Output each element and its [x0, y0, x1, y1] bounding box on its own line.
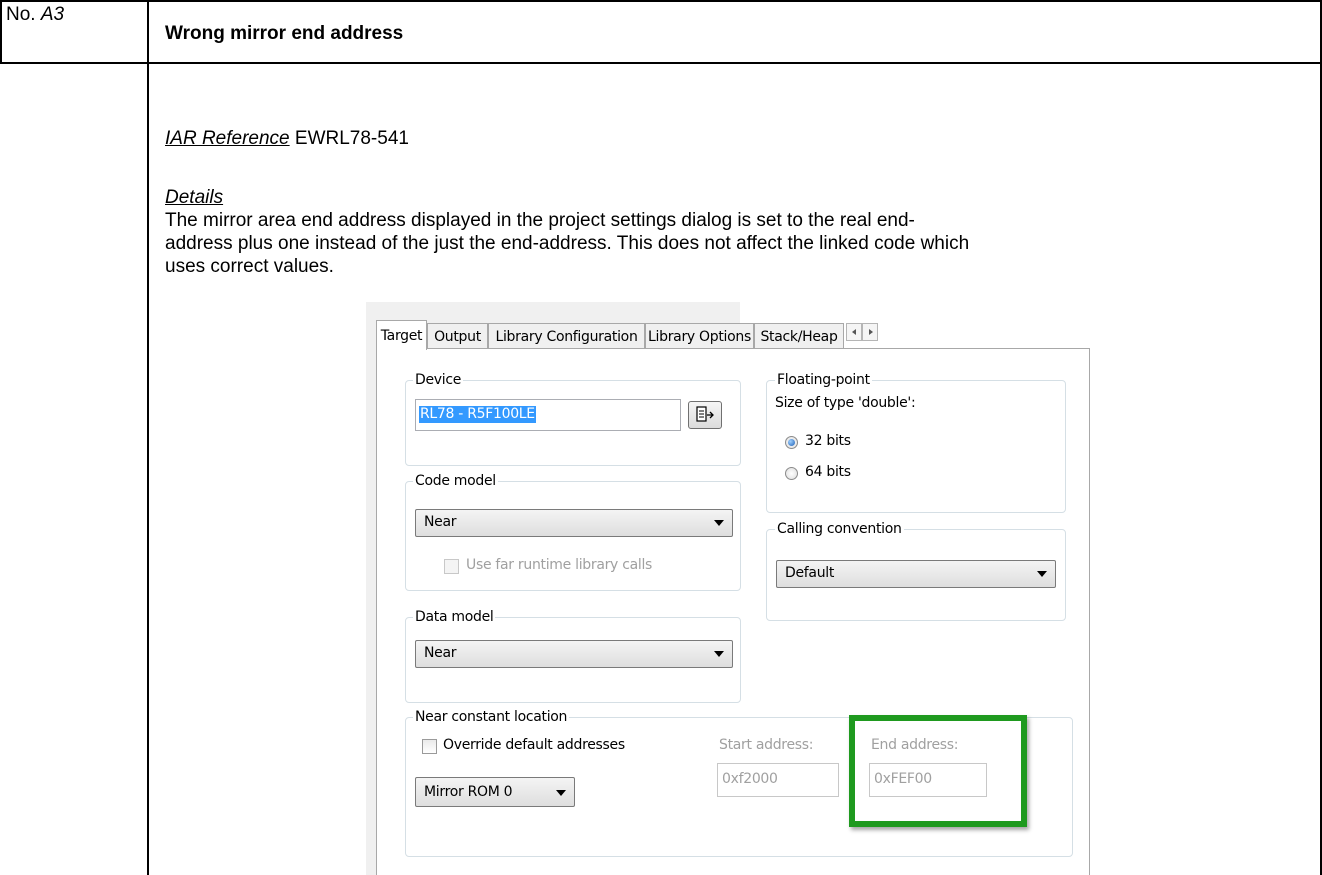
- near-constant-label: Near constant location: [413, 709, 570, 725]
- details-line-1: The mirror area end address displayed in…: [165, 210, 915, 231]
- tab-scroll-left-icon[interactable]: [846, 323, 862, 341]
- table-header-separator: [0, 62, 1322, 64]
- chevron-down-icon: [556, 790, 566, 796]
- radio-32-bits-label: 32 bits: [805, 433, 851, 449]
- chevron-down-icon: [714, 520, 724, 526]
- issue-number-label: No.: [6, 4, 36, 25]
- device-select-button[interactable]: [688, 401, 722, 429]
- radio-32-bits[interactable]: [785, 436, 798, 449]
- start-address-value: 0xf2000: [722, 771, 778, 787]
- table-top-border: [0, 0, 1322, 2]
- details-line-2: address plus one instead of the just the…: [165, 233, 970, 254]
- start-address-field[interactable]: 0xf2000: [717, 763, 839, 797]
- radio-64-bits[interactable]: [785, 467, 798, 480]
- override-addresses-label: Override default addresses: [443, 737, 625, 753]
- code-model-label: Code model: [413, 473, 498, 489]
- tab-scroll-buttons: [846, 323, 878, 341]
- details-line-3: uses correct values.: [165, 256, 334, 277]
- issue-number-value: A3: [40, 4, 65, 25]
- issue-number: No. A3: [6, 3, 64, 26]
- tab-output[interactable]: Output: [427, 323, 488, 349]
- issue-title: Wrong mirror end address: [165, 23, 404, 44]
- double-size-label: Size of type 'double':: [775, 395, 916, 411]
- device-field[interactable]: RL78 - R5F100LE: [415, 399, 681, 431]
- device-label: Device: [413, 372, 464, 388]
- far-runtime-calls-checkbox[interactable]: [444, 559, 459, 574]
- code-model-value: Near: [424, 514, 457, 530]
- tab-scroll-right-icon[interactable]: [862, 323, 878, 341]
- iar-reference: IAR Reference EWRL78-541: [165, 127, 409, 150]
- chevron-down-icon: [1037, 571, 1047, 577]
- tab-stack-heap[interactable]: Stack/Heap: [754, 323, 844, 349]
- chevron-down-icon: [714, 651, 724, 657]
- data-model-label: Data model: [413, 609, 496, 625]
- details-heading: Details: [165, 187, 224, 208]
- data-model-value: Near: [424, 645, 457, 661]
- device-list-icon: [696, 406, 714, 422]
- device-value: RL78 - R5F100LE: [419, 406, 536, 423]
- tab-library-options[interactable]: Library Options: [645, 323, 754, 349]
- override-addresses-checkbox[interactable]: [422, 739, 437, 754]
- start-address-label: Start address:: [719, 737, 814, 753]
- tab-target[interactable]: Target: [376, 320, 427, 350]
- code-model-select[interactable]: Near: [415, 509, 733, 537]
- iar-reference-label: IAR Reference: [165, 128, 290, 149]
- calling-convention-label: Calling convention: [775, 521, 904, 537]
- mirror-rom-select[interactable]: Mirror ROM 0: [415, 777, 575, 807]
- data-model-select[interactable]: Near: [415, 640, 733, 668]
- iar-reference-value: EWRL78-541: [294, 128, 409, 149]
- target-tab-page-ext: Device RL78 - R5F100LE Code model Near U…: [376, 348, 1090, 875]
- table-column-divider: [147, 0, 149, 875]
- mirror-rom-value: Mirror ROM 0: [424, 784, 513, 800]
- calling-convention-select[interactable]: Default: [776, 560, 1056, 588]
- far-runtime-calls-label: Use far runtime library calls: [466, 557, 653, 573]
- table-left-border: [0, 0, 2, 64]
- floating-point-label: Floating-point: [775, 372, 872, 388]
- tab-library-configuration[interactable]: Library Configuration: [488, 323, 645, 349]
- end-address-highlight: [849, 715, 1027, 827]
- radio-64-bits-label: 64 bits: [805, 464, 851, 480]
- calling-convention-value: Default: [785, 565, 835, 581]
